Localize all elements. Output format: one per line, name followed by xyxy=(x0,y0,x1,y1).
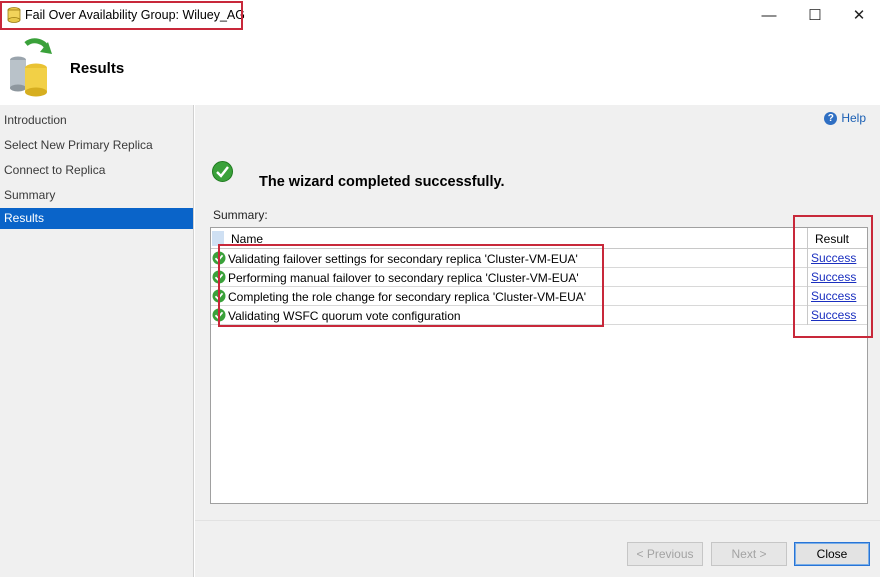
success-check-icon xyxy=(212,161,233,182)
close-window-button[interactable]: ✕ xyxy=(836,0,880,30)
help-icon: ? xyxy=(824,111,838,125)
nav-item-introduction[interactable]: Introduction xyxy=(0,108,193,133)
database-refresh-icon xyxy=(10,38,52,97)
close-button[interactable]: Close xyxy=(794,542,870,566)
title-bar: Fail Over Availability Group: Wiluey_AG … xyxy=(0,0,880,30)
page-title: Results xyxy=(70,60,125,77)
nav-item-select-new-primary-replica[interactable]: Select New Primary Replica xyxy=(0,133,193,158)
nav-item-connect-to-replica[interactable]: Connect to Replica xyxy=(0,158,193,183)
annotation-highlight-title xyxy=(0,1,243,30)
wizard-nav: Introduction Select New Primary Replica … xyxy=(0,105,194,577)
nav-item-results[interactable]: Results xyxy=(0,208,193,229)
next-button[interactable]: Next > xyxy=(711,542,787,566)
nav-item-summary[interactable]: Summary xyxy=(0,183,193,208)
summary-label: Summary: xyxy=(213,208,268,222)
completion-headline: The wizard completed successfully. xyxy=(259,174,505,190)
page-header: Results xyxy=(0,30,880,105)
annotation-highlight-steps xyxy=(218,244,604,327)
help-link[interactable]: ? Help xyxy=(824,111,866,125)
help-label: Help xyxy=(841,111,866,125)
previous-button[interactable]: < Previous xyxy=(627,542,703,566)
minimize-button[interactable]: — xyxy=(746,0,792,30)
maximize-button[interactable]: ☐ xyxy=(792,0,838,30)
wizard-footer: < Previous Next > Close xyxy=(195,520,880,577)
annotation-highlight-results xyxy=(793,215,873,338)
